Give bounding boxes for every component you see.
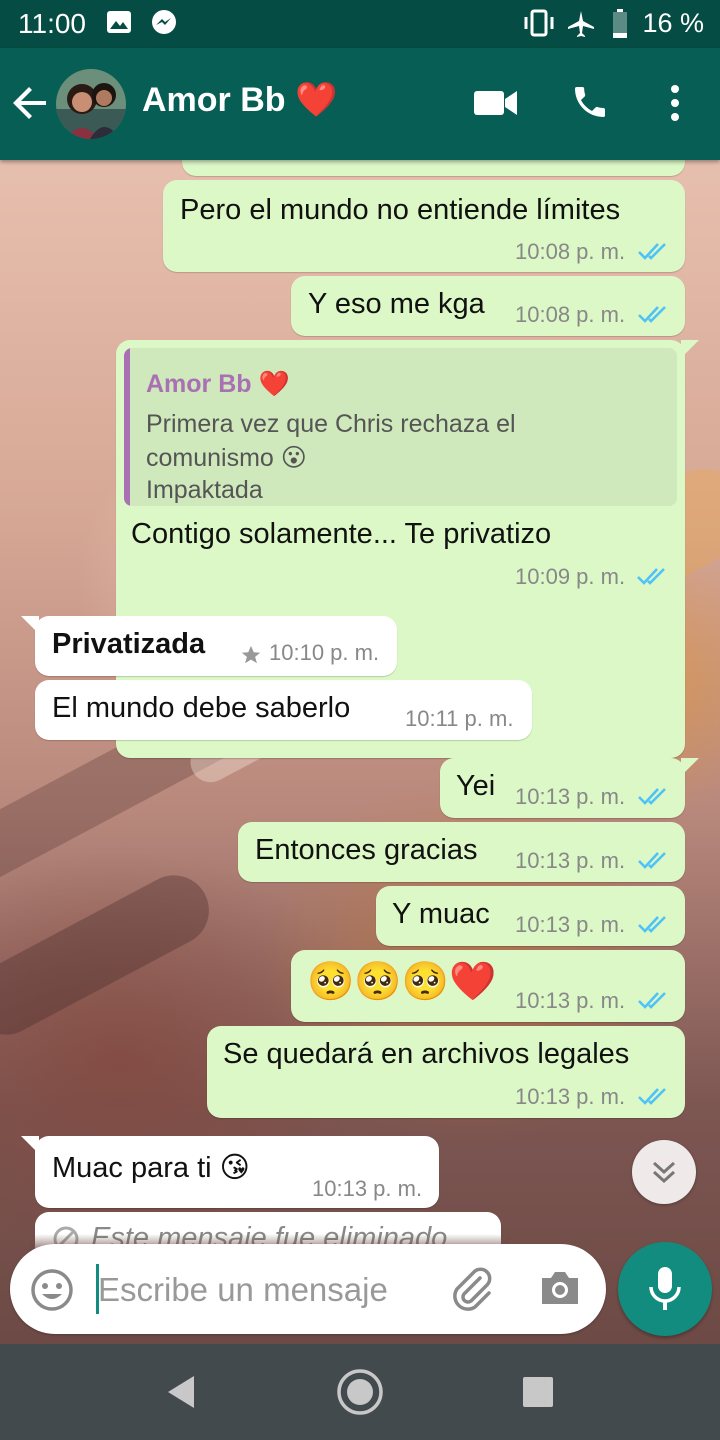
read-ticks-icon <box>637 304 671 329</box>
message-time: 10:13 p. m. <box>515 1084 626 1109</box>
message-text: El mundo debe saberlo <box>52 692 351 724</box>
contact-avatar[interactable] <box>56 69 126 139</box>
message-bubble-outgoing[interactable]: Pero el mundo no entiende límites 10:08 … <box>163 180 685 272</box>
emoji-icon[interactable] <box>30 1268 74 1317</box>
quoted-text-line: Primera vez que Chris rechaza el <box>146 410 516 438</box>
voice-call-icon[interactable] <box>570 82 610 127</box>
message-time: 10:08 p. m. <box>515 302 626 327</box>
read-ticks-icon <box>637 850 671 875</box>
camera-icon[interactable] <box>538 1268 582 1313</box>
message-time: 10:13 p. m. <box>515 784 626 809</box>
double-chevron-down-icon <box>652 1161 676 1184</box>
contact-name[interactable]: Amor Bb ❤️ <box>142 80 337 120</box>
read-ticks-icon <box>637 786 671 811</box>
message-time: 10:13 p. m. <box>515 848 626 873</box>
read-ticks-icon <box>637 1086 671 1111</box>
message-text: Privatizada <box>52 628 206 660</box>
scroll-to-bottom-button[interactable] <box>632 1140 696 1204</box>
message-bubble-outgoing[interactable]: Yei 10:13 p. m. <box>440 758 699 818</box>
vibrate-icon <box>522 9 556 42</box>
message-text: Y muac <box>392 898 490 930</box>
heart-icon: ❤️ <box>295 81 338 119</box>
message-time: 10:13 p. m. <box>515 988 626 1013</box>
read-ticks-icon <box>637 241 671 266</box>
status-time: 11:00 <box>18 8 86 39</box>
system-navigation-bar <box>0 1344 720 1440</box>
quoted-text-line: comunismo 😮 <box>146 444 307 472</box>
message-emoji: 🥺🥺🥺❤️ <box>307 961 497 1003</box>
quoted-sender: Amor Bb ❤️ <box>146 370 290 398</box>
message-bubble-outgoing[interactable]: 🥺🥺🥺❤️ 10:13 p. m. <box>291 950 685 1022</box>
battery-percentage: 16 % <box>642 8 704 38</box>
video-call-icon[interactable] <box>474 88 518 123</box>
message-bubble-incoming[interactable]: Privatizada 10:10 p. m. <box>21 616 397 676</box>
message-bubble-outgoing[interactable]: Se quedará en archivos legales 10:13 p. … <box>207 1026 685 1118</box>
airplane-icon <box>566 9 596 44</box>
message-bubble-outgoing[interactable]: Y eso me kga 10:08 p. m. <box>291 276 685 336</box>
read-ticks-icon <box>637 990 671 1015</box>
message-bubble-incoming[interactable]: El mundo debe saberlo 10:11 p. m. <box>35 680 532 740</box>
message-time: 10:09 p. m. <box>515 564 626 589</box>
message-text: Entonces gracias <box>255 834 478 866</box>
messenger-icon <box>150 9 178 42</box>
message-bubble-partial[interactable] <box>182 160 685 176</box>
message-bubble-outgoing[interactable]: Entonces gracias 10:13 p. m. <box>238 822 685 882</box>
message-input[interactable]: Escribe un mensaje <box>98 1271 388 1309</box>
back-arrow-icon[interactable] <box>12 84 50 127</box>
attach-icon[interactable] <box>450 1266 494 1317</box>
read-ticks-icon <box>636 566 670 591</box>
quoted-text-line: Impaktada <box>146 476 263 504</box>
nav-recents-icon[interactable] <box>522 1376 554 1413</box>
gallery-icon <box>106 9 132 40</box>
message-time: 10:13 p. m. <box>515 912 626 937</box>
chat-area[interactable]: Pero el mundo no entiende límites 10:08 … <box>0 160 720 1344</box>
message-time: 10:08 p. m. <box>515 239 626 264</box>
message-text: Se quedará en archivos legales <box>223 1038 630 1070</box>
voice-record-button[interactable] <box>618 1242 712 1336</box>
message-text: Y eso me kga <box>308 288 485 320</box>
message-time: 10:11 p. m. <box>405 706 514 731</box>
nav-home-icon[interactable] <box>336 1368 384 1421</box>
contact-name-text: Amor Bb <box>142 81 286 119</box>
status-bar: 11:00 16 % <box>0 0 720 48</box>
message-text: Pero el mundo no entiende límites <box>180 194 621 226</box>
message-bubble-incoming[interactable]: Muac para ti 😘 10:13 p. m. <box>21 1136 439 1208</box>
more-options-icon[interactable] <box>668 84 682 127</box>
message-text: Contigo solamente... Te privatizo <box>131 518 552 550</box>
star-icon <box>240 644 262 671</box>
read-ticks-icon <box>637 914 671 939</box>
message-time: 10:13 p. m. <box>312 1176 423 1201</box>
message-time: 10:10 p. m. <box>269 640 380 665</box>
message-text: Muac para ti 😘 <box>52 1152 250 1184</box>
message-composer[interactable]: Escribe un mensaje <box>10 1244 606 1334</box>
quoted-message[interactable]: Amor Bb ❤️ Primera vez que Chris rechaza… <box>124 348 677 506</box>
microphone-icon <box>649 1267 681 1310</box>
chat-header: Amor Bb ❤️ <box>0 48 720 160</box>
battery-icon <box>612 9 628 44</box>
nav-back-icon[interactable] <box>164 1374 196 1415</box>
message-bubble-outgoing[interactable]: Y muac 10:13 p. m. <box>376 886 685 946</box>
message-text: Yei <box>456 770 496 802</box>
